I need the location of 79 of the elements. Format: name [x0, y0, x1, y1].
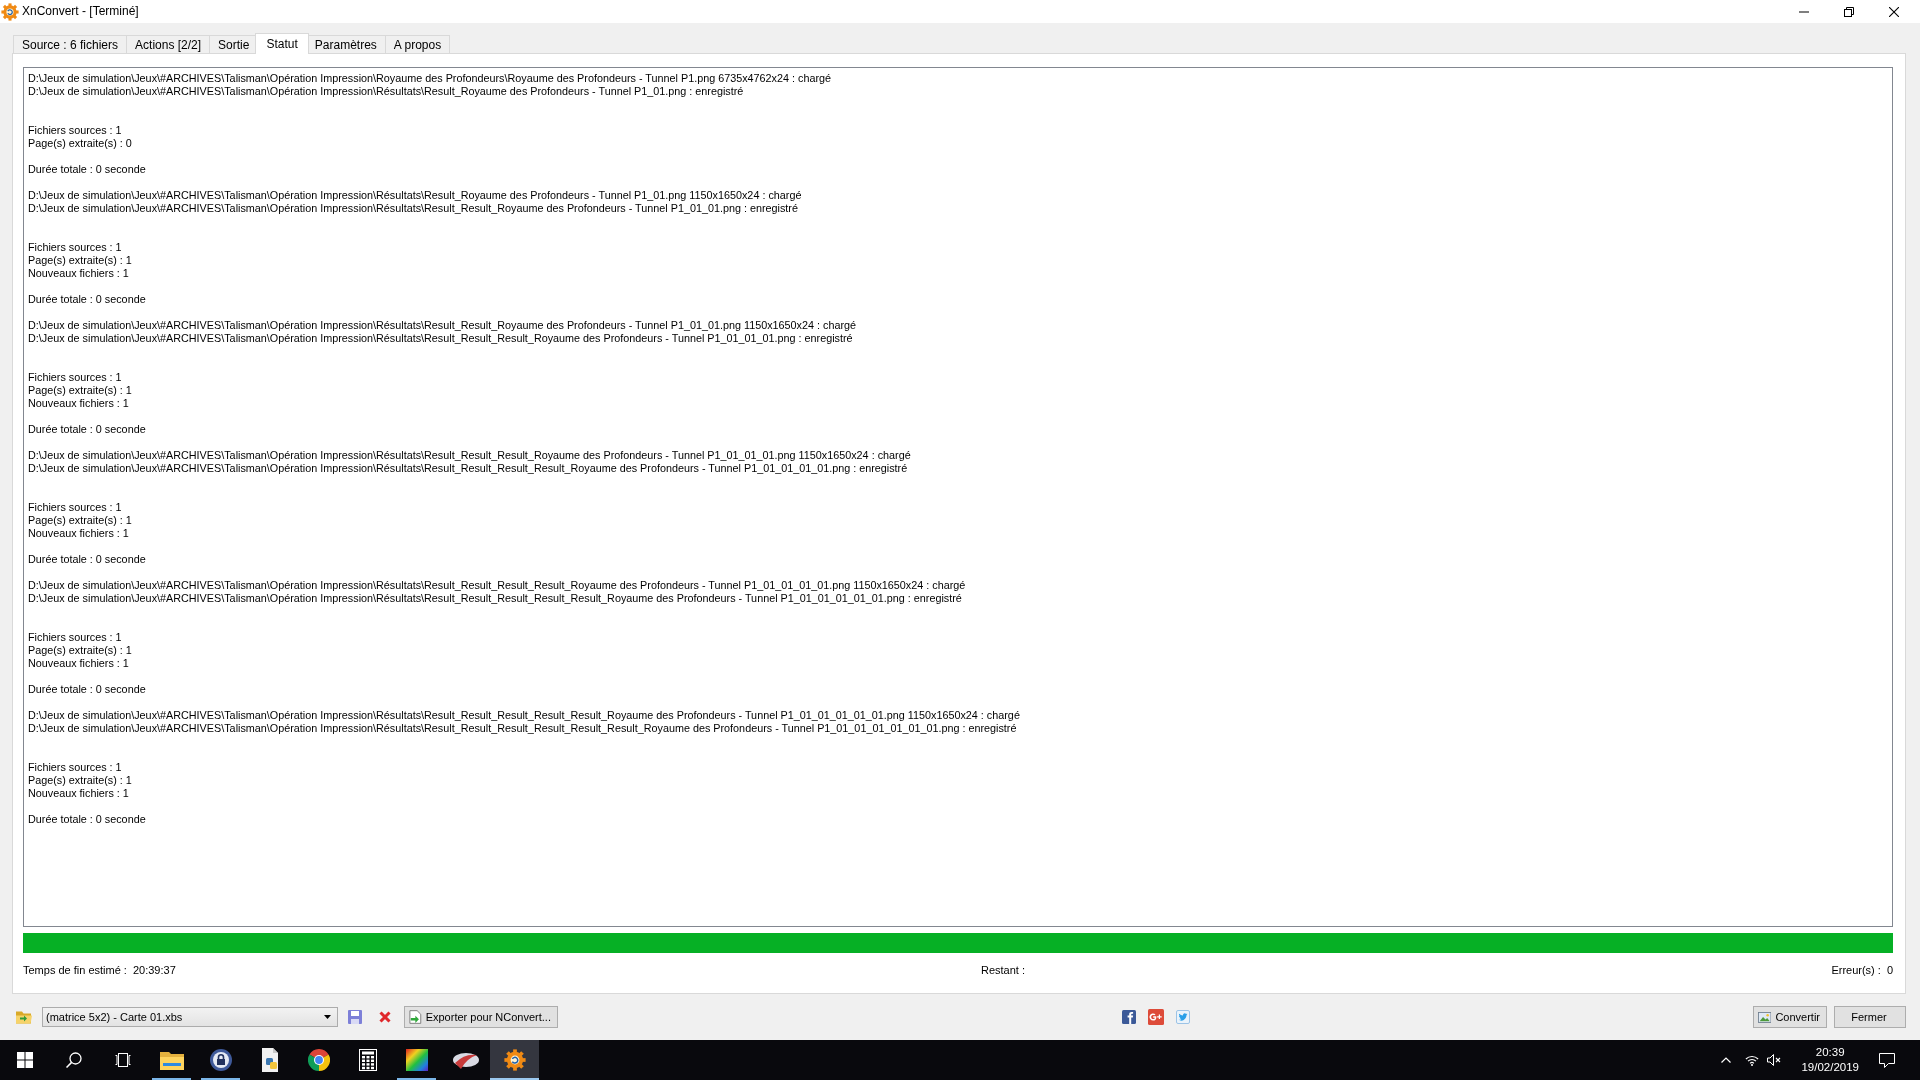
restore-icon[interactable]: [1844, 6, 1854, 17]
status-label: Temps de fin estimé :: [23, 964, 127, 977]
lock-icon: [209, 1049, 232, 1071]
log-line: Nouveaux fichiers : 1: [28, 397, 129, 410]
log-line: Durée totale : 0 seconde: [28, 423, 146, 436]
log-line: Page(s) extraite(s) : 0: [28, 137, 132, 150]
log-line: Durée totale : 0 seconde: [28, 293, 146, 306]
log-line: D:\Jeux de simulation\Jeux\#ARCHIVES\Talisman\Opération Impression\Résultats\Result_Result_Royaume des Profondeurs - Tunnel P1_01_01.png 1150x1650x24 : chargé: [28, 319, 857, 332]
status-label: Restant :: [981, 964, 1026, 977]
log-line: Nouveaux fichiers : 1: [28, 527, 129, 540]
log-line: D:\Jeux de simulation\Jeux\#ARCHIVES\Talisman\Opération Impression\Résultats\Result_Result_Result_Result_Result_Royaume des Profondeurs - Tunnel P1_01_01_01_01_01.png 1150x1650x24 : chargé: [28, 709, 1020, 722]
log-line: Fichiers sources : 1: [28, 124, 122, 137]
tab[interactable]: Statut: [255, 33, 309, 54]
log-line: Durée totale : 0 seconde: [28, 553, 146, 566]
twitter-icon[interactable]: [1175, 1010, 1190, 1024]
chevron-up-icon[interactable]: [1721, 1057, 1732, 1063]
convert-button[interactable]: Convertir: [1753, 1006, 1827, 1028]
log-line: Page(s) extraite(s) : 1: [28, 644, 132, 657]
log-line: Fichiers sources : 1: [28, 241, 122, 254]
log-line: Fichiers sources : 1: [28, 501, 122, 514]
log-line: Fichiers sources : 1: [28, 631, 122, 644]
log-line: Page(s) extraite(s) : 1: [28, 774, 132, 787]
log-line: Nouveaux fichiers : 1: [28, 657, 129, 670]
save-icon[interactable]: [348, 1010, 362, 1024]
clock-date[interactable]: 19/02/2019: [1801, 1060, 1859, 1075]
notification-icon[interactable]: [1879, 1052, 1895, 1068]
log-line: Page(s) extraite(s) : 1: [28, 514, 132, 527]
folder-icon: [159, 1050, 184, 1070]
swoosh-icon: [452, 1050, 479, 1070]
preset-dropdown[interactable]: (matrice 5x2) - Carte 01.xbs: [42, 1007, 338, 1027]
log-line: Nouveaux fichiers : 1: [28, 267, 129, 280]
log-line: Nouveaux fichiers : 1: [28, 787, 129, 800]
speaker-muted-icon[interactable]: [1767, 1054, 1782, 1066]
log-line: Durée totale : 0 seconde: [28, 683, 146, 696]
log-line: D:\Jeux de simulation\Jeux\#ARCHIVES\Talisman\Opération Impression\Résultats\Result_Result_Result_Royaume des Profondeurs - Tunnel P1_01_01_01.png : enregistré: [28, 332, 853, 345]
calculator-icon: [358, 1049, 377, 1071]
window-title: XnConvert - [Terminé]: [22, 4, 139, 19]
google-plus-icon[interactable]: [1147, 1009, 1164, 1025]
status-label: Erreur(s) :: [1831, 964, 1881, 977]
browser-icon: [307, 1049, 330, 1071]
log-line: Page(s) extraite(s) : 1: [28, 254, 132, 267]
log-line: D:\Jeux de simulation\Jeux\#ARCHIVES\Talisman\Opération Impression\Résultats\Result_Result_Result_Result_Result_Result_Royaume des Profondeurs - Tunnel P1_01_01_01_01_01_01.png : enregistré: [28, 722, 1017, 735]
wifi-icon[interactable]: [1745, 1054, 1760, 1066]
document-icon: [409, 1010, 422, 1024]
clock-time[interactable]: 20:39: [1801, 1045, 1859, 1060]
gear-icon: [1, 2, 19, 21]
caret-icon: [324, 1015, 331, 1019]
taskbar-button[interactable]: [490, 1040, 539, 1080]
tab[interactable]: Actions [2/2]: [126, 35, 211, 53]
status-value: 0: [1886, 964, 1893, 977]
export-button[interactable]: Exporter pour NConvert...: [404, 1006, 558, 1028]
log-line: Durée totale : 0 seconde: [28, 813, 146, 826]
windows-icon[interactable]: [16, 1052, 33, 1068]
search-icon[interactable]: [65, 1052, 82, 1068]
status-value: 20:39:37: [132, 964, 176, 977]
facebook-icon[interactable]: [1121, 1010, 1136, 1024]
log-line: D:\Jeux de simulation\Jeux\#ARCHIVES\Talisman\Opération Impression\Royaume des Profondeurs\Royaume des Profondeurs - Tunnel P1.png 6735x4762x24 : chargé: [28, 72, 831, 85]
log-line: Page(s) extraite(s) : 1: [28, 384, 132, 397]
cross-icon[interactable]: [379, 1011, 391, 1023]
image-icon: [1758, 1010, 1772, 1024]
tab[interactable]: A propos: [384, 35, 451, 53]
log-line: D:\Jeux de simulation\Jeux\#ARCHIVES\Talisman\Opération Impression\Résultats\Result_Result_Result_Result_Royaume des Profondeurs - Tunnel P1_01_01_01_01.png : enregistré: [28, 462, 908, 475]
task-view-icon[interactable]: [114, 1053, 131, 1067]
gear-icon: [503, 1049, 526, 1071]
log-line: Durée totale : 0 seconde: [28, 163, 146, 176]
log-line: Fichiers sources : 1: [28, 371, 122, 384]
log-line: D:\Jeux de simulation\Jeux\#ARCHIVES\Talisman\Opération Impression\Résultats\Result_Result_Result_Royaume des Profondeurs - Tunnel P1_01_01_01.png 1150x1650x24 : chargé: [28, 449, 911, 462]
log-line: D:\Jeux de simulation\Jeux\#ARCHIVES\Talisman\Opération Impression\Résultats\Result_Royaume des Profondeurs - Tunnel P1_01.png : enregistré: [28, 85, 744, 98]
log-line: D:\Jeux de simulation\Jeux\#ARCHIVES\Talisman\Opération Impression\Résultats\Result_Royaume des Profondeurs - Tunnel P1_01.png 1150x1650x24 : chargé: [28, 189, 802, 202]
folder-icon[interactable]: [16, 1010, 32, 1024]
tab[interactable]: Source : 6 fichiers: [13, 35, 128, 53]
log-line: D:\Jeux de simulation\Jeux\#ARCHIVES\Talisman\Opération Impression\Résultats\Result_Result_Result_Result_Royaume des Profondeurs - Tunnel P1_01_01_01_01.png 1150x1650x24 : chargé: [28, 579, 966, 592]
log-line: D:\Jeux de simulation\Jeux\#ARCHIVES\Talisman\Opération Impression\Résultats\Result_Result_Result_Result_Result_Royaume des Profondeurs - Tunnel P1_01_01_01_01_01.png : enregistré: [28, 592, 962, 605]
close-icon[interactable]: [1889, 6, 1899, 17]
document-icon: [259, 1048, 280, 1072]
close-button[interactable]: Fermer: [1834, 1006, 1906, 1028]
log-line: Fichiers sources : 1: [28, 761, 122, 774]
gradient-icon: [405, 1049, 428, 1071]
log-line: D:\Jeux de simulation\Jeux\#ARCHIVES\Talisman\Opération Impression\Résultats\Result_Result_Royaume des Profondeurs - Tunnel P1_01_01.png : enregistré: [28, 202, 798, 215]
